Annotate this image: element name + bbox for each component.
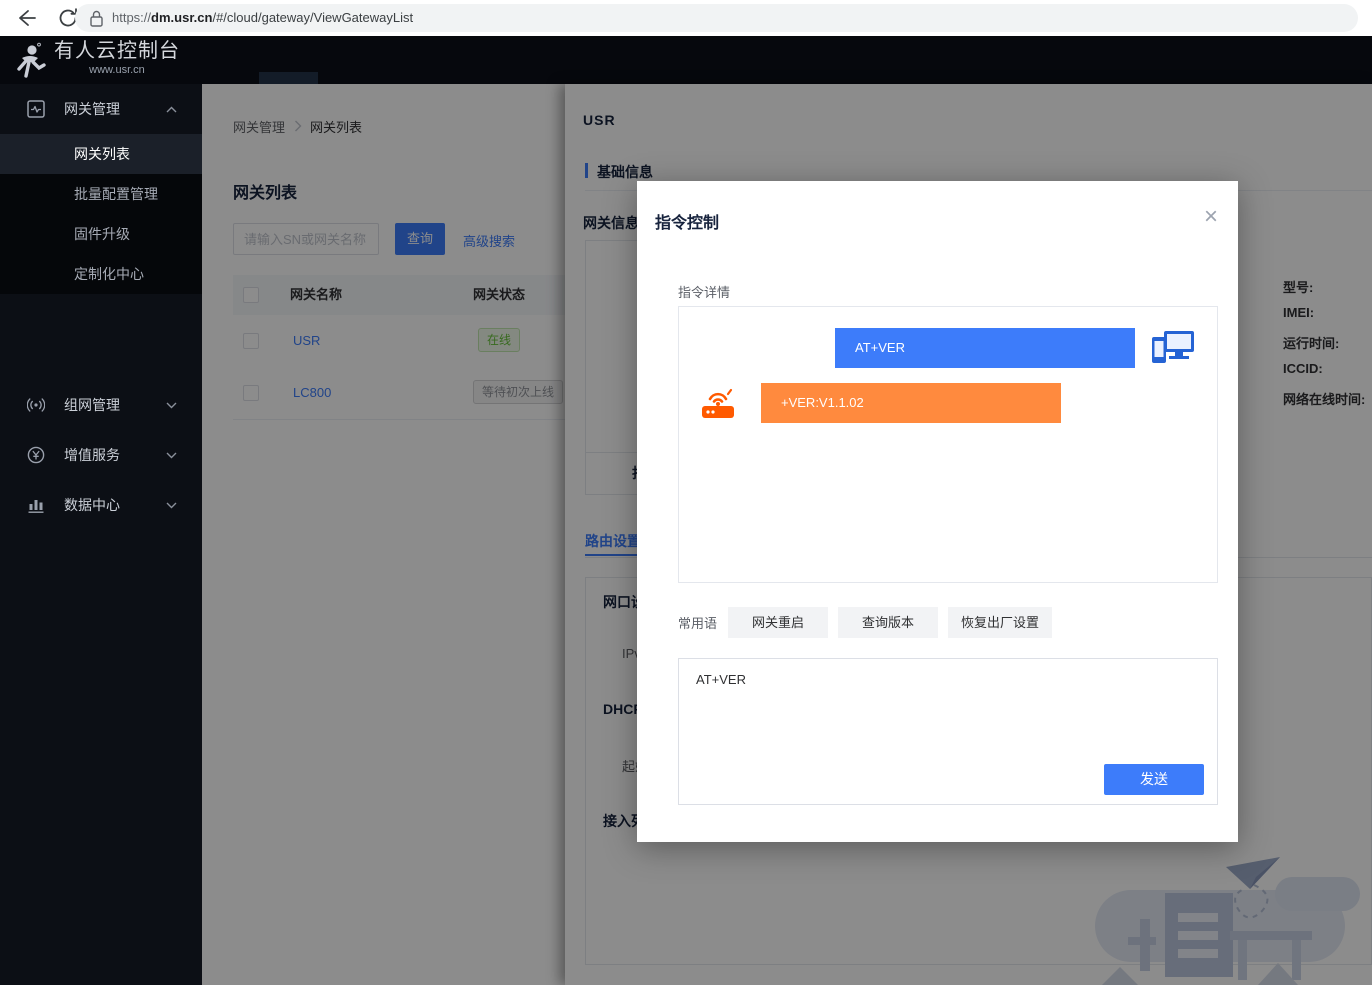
- quick-button-query-version[interactable]: 查询版本: [838, 607, 938, 638]
- url-path: /#/cloud/gateway/ViewGatewayList: [212, 10, 413, 25]
- sidebar-group-label: 增值服务: [64, 430, 120, 480]
- command-input-panel: AT+VER 发送: [678, 658, 1218, 805]
- common-phrases-label: 常用语: [678, 613, 717, 632]
- sidebar-item-gateway-list[interactable]: 网关列表: [0, 134, 202, 174]
- sidebar-group-label: 数据中心: [64, 480, 120, 530]
- chevron-down-icon: [166, 402, 177, 409]
- value-service-icon: [27, 446, 45, 464]
- sidebar-group-value-services[interactable]: 增值服务: [0, 430, 202, 480]
- close-icon[interactable]: ×: [1197, 203, 1225, 231]
- network-icon: [27, 396, 45, 414]
- gateway-icon: [27, 100, 45, 118]
- sidebar-submenu: 网关列表 批量配置管理 固件升级 定制化中心: [0, 134, 202, 294]
- data-center-icon: [27, 496, 45, 514]
- sidebar-item-customization[interactable]: 定制化中心: [0, 254, 202, 294]
- chevron-up-icon: [166, 106, 177, 113]
- sidebar-group-networking[interactable]: 组网管理: [0, 380, 202, 430]
- lock-icon: [90, 10, 103, 27]
- sidebar-item-batch-config[interactable]: 批量配置管理: [0, 174, 202, 214]
- sidebar-group-data-center[interactable]: 数据中心: [0, 480, 202, 530]
- sent-command-bubble: AT+VER: [835, 328, 1135, 368]
- send-button[interactable]: 发送: [1104, 764, 1204, 795]
- url-scheme: https://: [112, 10, 151, 25]
- chevron-down-icon: [166, 502, 177, 509]
- quick-button-restart[interactable]: 网关重启: [728, 607, 828, 638]
- sent-command-row: AT+VER: [679, 328, 1217, 368]
- client-devices-icon: [1152, 329, 1196, 367]
- modal-title: 指令控制: [655, 209, 719, 233]
- sidebar-item-firmware-upgrade[interactable]: 固件升级: [0, 214, 202, 254]
- quick-button-factory-reset[interactable]: 恢复出厂设置: [948, 607, 1052, 638]
- usr-logo-icon: [12, 42, 48, 80]
- brand-subtitle: www.usr.cn: [54, 63, 180, 77]
- brand-title: 有人云控制台: [54, 39, 180, 63]
- chevron-down-icon: [166, 452, 177, 459]
- command-log-panel: AT+VER: [678, 306, 1218, 583]
- url-text: https://dm.usr.cn/#/cloud/gateway/ViewGa…: [112, 10, 413, 25]
- url-host: dm.usr.cn: [151, 10, 212, 25]
- app-header: 有人云控制台 www.usr.cn IoT DM SIM 官方商城: [0, 36, 1372, 84]
- reply-row: +VER:V1.1.02: [679, 383, 1217, 423]
- sidebar: 网关管理 网关列表 批量配置管理 固件升级 定制化中心 组网管理 增值服务 数据…: [0, 84, 202, 985]
- command-control-modal: 指令控制 × 指令详情 AT+VER: [637, 181, 1238, 842]
- reply-bubble: +VER:V1.1.02: [761, 383, 1061, 423]
- router-icon: [700, 386, 736, 420]
- sidebar-group-gateway[interactable]: 网关管理: [0, 84, 202, 134]
- browser-toolbar: https://dm.usr.cn/#/cloud/gateway/ViewGa…: [0, 0, 1372, 37]
- back-icon[interactable]: [14, 6, 38, 30]
- sidebar-group-label: 组网管理: [64, 380, 120, 430]
- sidebar-group-label: 网关管理: [64, 84, 120, 134]
- command-detail-label: 指令详情: [678, 282, 730, 301]
- screen: https://dm.usr.cn/#/cloud/gateway/ViewGa…: [0, 0, 1372, 985]
- brand: 有人云控制台 www.usr.cn: [54, 39, 180, 77]
